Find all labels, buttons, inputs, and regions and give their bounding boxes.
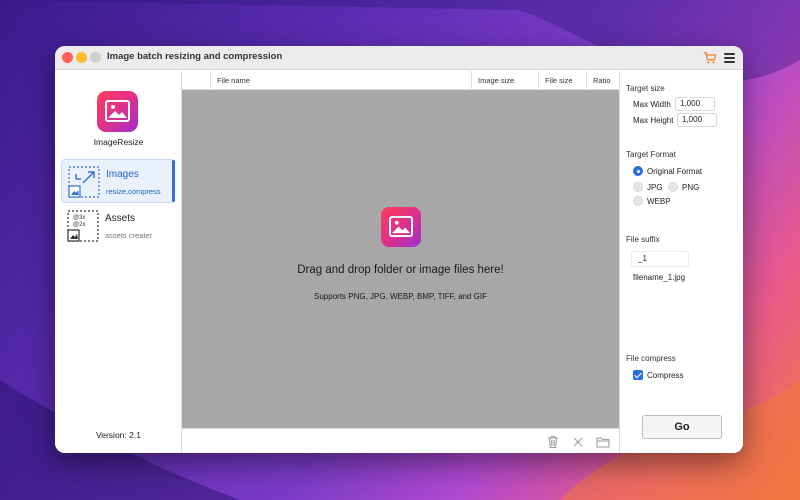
file-table-header: File name Image size File size Ratio (182, 71, 619, 90)
suffix-input[interactable]: _1 (631, 251, 689, 267)
radio-png[interactable] (668, 182, 678, 192)
go-button[interactable]: Go (642, 415, 722, 439)
image-icon (381, 207, 421, 247)
title-bar: Image batch resizing and compression (55, 46, 743, 70)
cart-icon[interactable] (703, 51, 717, 65)
file-suffix-label: File suffix (626, 235, 660, 244)
radio-original-format[interactable] (633, 166, 643, 176)
file-actions-bar (182, 428, 619, 453)
settings-panel: Target size Max Width 1,000 Max Height 1… (619, 71, 743, 453)
radio-webp-label: WEBP (647, 197, 671, 206)
max-height-label: Max Height (633, 116, 674, 125)
column-header-image-size[interactable]: Image size (471, 71, 538, 90)
radio-jpg[interactable] (633, 182, 643, 192)
app-window: Image batch resizing and compression Ima… (55, 46, 743, 453)
resize-image-icon (68, 166, 100, 198)
radio-png-label: PNG (682, 183, 700, 192)
suffix-example: filename_1.jpg (633, 273, 686, 282)
sidebar-item-assets-sublabel: assets creater (105, 231, 153, 240)
radio-original-format-label: Original Format (647, 167, 703, 176)
sidebar-item-images-label: Images (106, 169, 139, 180)
column-header-ratio[interactable]: Ratio (586, 71, 619, 90)
active-indicator (172, 160, 175, 202)
app-logo-icon (97, 91, 138, 132)
sidebar-item-assets[interactable]: @3x @2x Assets assets creater (61, 204, 175, 248)
sidebar-item-images[interactable]: Images resize,compress (61, 159, 175, 203)
sidebar: ImageResize Images resize,compress @3x @… (55, 71, 182, 453)
file-compress-label: File compress (626, 354, 676, 363)
drop-zone-title: Drag and drop folder or image files here… (297, 264, 504, 276)
app-name: ImageResize (93, 137, 144, 147)
trash-icon[interactable] (546, 435, 560, 449)
svg-text:@3x: @3x (73, 215, 85, 221)
radio-jpg-label: JPG (647, 183, 663, 192)
close-window-button[interactable] (62, 52, 73, 63)
menu-icon[interactable] (724, 53, 735, 63)
drop-zone-subtitle: Supports PNG, JPG, WEBP, BMP, TIFF, and … (314, 292, 487, 301)
column-header-file-name[interactable]: File name (210, 71, 471, 90)
sidebar-item-images-sublabel: resize,compress (106, 187, 161, 196)
main-panel: File name Image size File size Ratio Dra… (182, 71, 619, 453)
column-header-select[interactable] (182, 71, 210, 90)
target-size-label: Target size (626, 84, 665, 93)
max-height-input[interactable]: 1,000 (677, 113, 717, 127)
compress-checkbox[interactable] (633, 370, 643, 380)
max-width-label: Max Width (633, 100, 671, 109)
sidebar-item-assets-label: Assets (105, 213, 136, 224)
window-title: Image batch resizing and compression (107, 51, 283, 62)
compress-label: Compress (647, 371, 684, 380)
minimize-window-button[interactable] (76, 52, 87, 63)
assets-icon: @3x @2x (67, 210, 99, 242)
max-width-input[interactable]: 1,000 (675, 97, 715, 111)
file-drop-zone[interactable]: Drag and drop folder or image files here… (182, 90, 619, 428)
zoom-window-button[interactable] (90, 52, 101, 63)
svg-text:@2x: @2x (73, 222, 85, 228)
close-icon[interactable] (571, 435, 585, 449)
column-header-file-size[interactable]: File size (538, 71, 586, 90)
target-format-label: Target Format (626, 150, 676, 159)
version-label: Version: 2.1 (96, 430, 141, 440)
folder-icon[interactable] (596, 435, 610, 449)
radio-webp[interactable] (633, 196, 643, 206)
